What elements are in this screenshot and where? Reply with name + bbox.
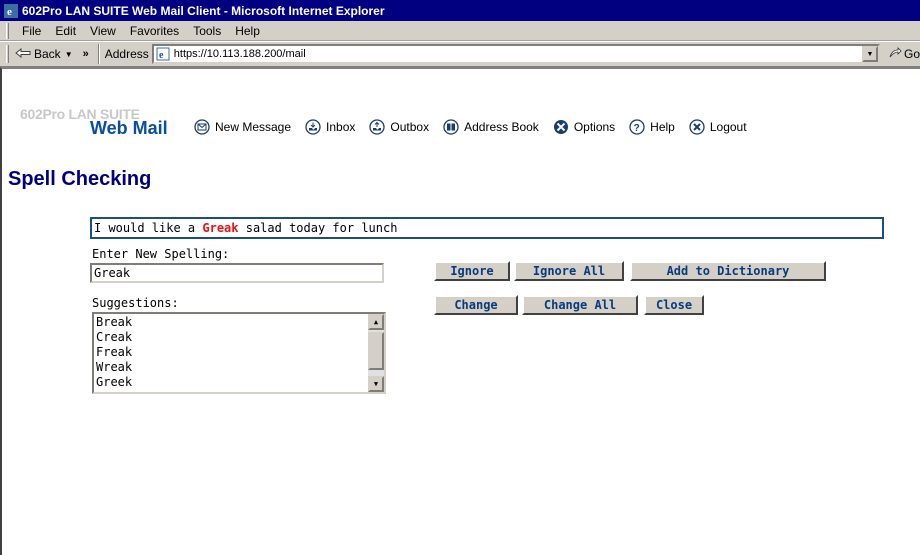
svg-text:e: e [159, 50, 164, 61]
nav-address-book[interactable]: Address Book [443, 119, 539, 135]
nav-logout-label: Logout [709, 120, 747, 134]
back-label: Back [34, 47, 61, 61]
toolbar-separator [97, 44, 100, 64]
address-book-icon [443, 119, 459, 135]
sentence-after: salad today for lunch [238, 221, 398, 235]
add-to-dictionary-button[interactable]: Add to Dictionary [630, 261, 826, 281]
spell-context-box: I would like a Greak salad today for lun… [90, 217, 884, 239]
new-spelling-value: Greak [94, 266, 131, 280]
go-label: Go [903, 47, 920, 61]
logo-webmail: Web Mail [90, 118, 168, 138]
toolbar-grip[interactable] [6, 45, 9, 63]
ignore-button[interactable]: Ignore [434, 261, 510, 281]
nav-new-message-label: New Message [215, 120, 292, 134]
menu-view[interactable]: View [90, 24, 116, 38]
scroll-thumb[interactable] [368, 332, 384, 370]
back-arrow-icon [15, 47, 31, 61]
scroll-down-icon[interactable]: ▼ [368, 376, 384, 392]
menu-bar: File Edit View Favorites Tools Help [0, 21, 920, 41]
address-label: Address [104, 47, 149, 61]
toolbar-chevron[interactable]: » [83, 48, 89, 60]
webmail-nav: New Message Inbox Outbox Address Book Op… [194, 112, 761, 142]
close-button[interactable]: Close [644, 295, 704, 315]
suggestions-scrollbar[interactable]: ▲ ▼ [368, 314, 384, 392]
nav-outbox[interactable]: Outbox [369, 119, 429, 135]
svg-text:e: e [7, 6, 12, 18]
menu-edit[interactable]: Edit [55, 24, 76, 38]
change-button[interactable]: Change [434, 295, 518, 315]
logout-icon [689, 119, 705, 135]
suggestion-item[interactable]: Creak [96, 330, 132, 345]
ie-icon: e [4, 3, 18, 18]
ignore-all-button[interactable]: Ignore All [514, 261, 624, 281]
back-dropdown-icon[interactable]: ▼ [65, 50, 73, 59]
nav-outbox-label: Outbox [390, 120, 430, 134]
new-spelling-input[interactable]: Greak [90, 263, 384, 283]
nav-inbox[interactable]: Inbox [305, 119, 355, 135]
suggestion-item[interactable]: Break [96, 315, 132, 330]
menu-file[interactable]: File [22, 24, 41, 38]
misspelled-word: Greak [202, 221, 239, 235]
menu-tools[interactable]: Tools [193, 24, 221, 38]
title-bar: e 602Pro LAN SUITE Web Mail Client - Mic… [0, 0, 920, 21]
nav-options-label: Options [573, 120, 616, 134]
help-icon: ? [629, 119, 645, 135]
address-dropdown-icon[interactable]: ▼ [861, 46, 878, 62]
inbox-icon [305, 119, 321, 135]
browser-window: e 602Pro LAN SUITE Web Mail Client - Mic… [0, 0, 920, 555]
suggestions-label: Suggestions: [92, 296, 179, 310]
go-arrow-icon [888, 46, 902, 62]
options-icon [553, 119, 569, 135]
nav-logout[interactable]: Logout [689, 119, 747, 135]
nav-new-message[interactable]: New Message [194, 119, 291, 135]
go-button[interactable]: Go [888, 46, 920, 62]
envelope-icon [194, 119, 210, 135]
svg-text:?: ? [634, 123, 640, 134]
page-icon: e [156, 47, 170, 61]
suggestions-list[interactable]: Break Creak Freak Wreak Greek ▲ ▼ [92, 312, 386, 394]
browser-toolbar: Back ▼ » Address e https://10.113.188.20… [0, 41, 920, 67]
nav-options[interactable]: Options [553, 119, 615, 135]
sentence-before: I would like a [94, 221, 203, 235]
back-button[interactable]: Back ▼ [15, 47, 73, 61]
menubar-grip[interactable] [6, 22, 9, 39]
outbox-icon [369, 119, 386, 135]
scroll-up-icon[interactable]: ▲ [368, 314, 384, 330]
suggestions-items: Break Creak Freak Wreak Greek [96, 315, 132, 390]
suggestion-item[interactable]: Wreak [96, 360, 132, 375]
change-all-button[interactable]: Change All [522, 295, 638, 315]
menu-favorites[interactable]: Favorites [130, 24, 179, 38]
new-spelling-label: Enter New Spelling: [92, 247, 230, 261]
nav-help[interactable]: ? Help [629, 119, 675, 135]
suggestion-item[interactable]: Greek [96, 375, 132, 390]
suggestion-item[interactable]: Freak [96, 345, 132, 360]
webmail-logo[interactable]: 602Pro LAN SUITE Web Mail [12, 99, 192, 149]
address-value: https://10.113.188.200/mail [173, 48, 306, 60]
menu-help[interactable]: Help [235, 24, 260, 38]
address-bar[interactable]: e https://10.113.188.200/mail ▼ [151, 44, 880, 64]
nav-help-label: Help [650, 120, 675, 134]
window-title: 602Pro LAN SUITE Web Mail Client - Micro… [22, 3, 385, 18]
page-title: Spell Checking [8, 168, 152, 190]
nav-inbox-label: Inbox [326, 120, 356, 134]
nav-address-book-label: Address Book [464, 120, 539, 134]
